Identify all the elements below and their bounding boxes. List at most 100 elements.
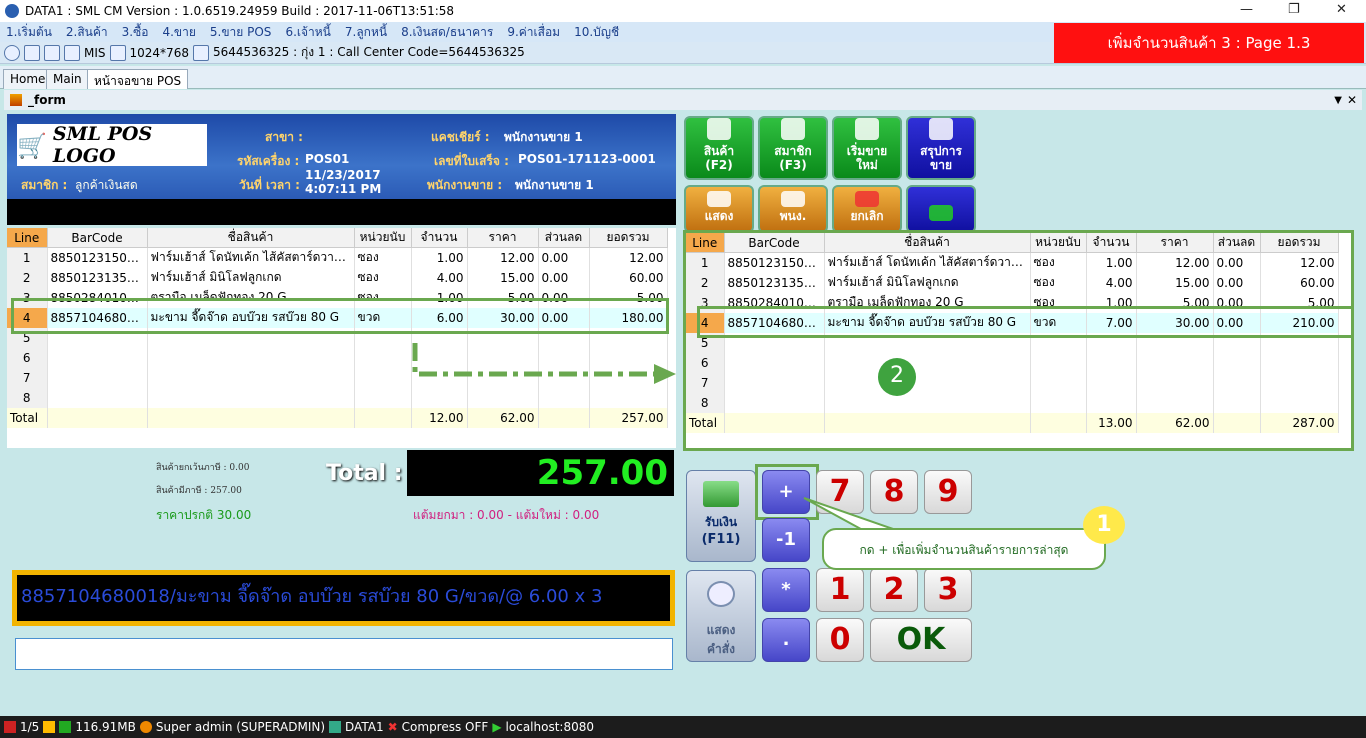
receive-button[interactable]: รับเงิน (F11)	[686, 470, 756, 562]
col-barcode[interactable]: BarCode	[47, 228, 148, 248]
menu-item-depreciation[interactable]: 9.ค่าเสื่อม	[507, 23, 560, 42]
total-cell-line: Total	[7, 407, 48, 428]
clock-icon[interactable]	[4, 44, 20, 61]
cell-line: 8	[686, 392, 725, 413]
cell-qty: 1.00	[1086, 252, 1137, 273]
status-page: 1/5	[20, 720, 40, 734]
person-icon	[781, 118, 805, 140]
chart-icon[interactable]	[64, 44, 80, 61]
member-value: ลูกค้าเงินสด	[75, 178, 138, 192]
form-close-icon[interactable]: ✕	[1347, 93, 1357, 107]
key-2[interactable]: 2	[870, 568, 918, 612]
rcol-price[interactable]: ราคา	[1136, 233, 1214, 253]
report-icon	[929, 118, 953, 140]
table-row[interactable]: 2 8850123135033 ฟาร์มเฮ้าส์ มินิโลฟลูกเกดซ…	[686, 272, 1339, 293]
product-button[interactable]: สินค้า (F2)	[684, 116, 754, 180]
key-0[interactable]: 0	[816, 618, 864, 662]
app-icon	[5, 4, 19, 18]
close-icon[interactable]: ✕	[1336, 2, 1347, 17]
rcol-name[interactable]: ชื่อสินค้า	[824, 233, 1031, 253]
picture-icon[interactable]	[109, 44, 126, 61]
header-strip	[7, 199, 676, 225]
dropdown-icon[interactable]: ▼	[1334, 95, 1342, 106]
cashier-label: แคชเชียร์ :	[431, 130, 490, 144]
cell-barcode	[724, 392, 825, 413]
table-row[interactable]: 8	[7, 387, 668, 408]
rcol-line[interactable]: Line	[686, 233, 725, 253]
cancel-button[interactable]: ยกเลิก	[832, 185, 902, 233]
menu-item-buy[interactable]: 3.ซื้อ	[122, 23, 149, 42]
col-line[interactable]: Line	[7, 228, 48, 248]
table-row[interactable]: 7	[686, 372, 1339, 393]
member-button[interactable]: สมาชิก (F3)	[758, 116, 828, 180]
dot-button[interactable]: .	[762, 618, 810, 662]
people-icon	[781, 191, 805, 207]
col-unit[interactable]: หน่วยนับ	[354, 228, 412, 248]
menu-item-start[interactable]: 1.เริ่มต้น	[6, 23, 52, 42]
key-1[interactable]: 1	[816, 568, 864, 612]
menu-item-pos[interactable]: 5.ขาย POS	[210, 23, 272, 42]
ok-button[interactable]: OK	[870, 618, 972, 662]
rcol-total[interactable]: ยอดรวม	[1260, 233, 1339, 253]
cell-line: 1	[7, 247, 48, 268]
table-row[interactable]: 8	[686, 392, 1339, 413]
table-row[interactable]: 2 8850123135033 ฟาร์มเฮ้าส์ มินิโลฟลูกเกดซ…	[7, 267, 668, 288]
window-icon[interactable]	[24, 44, 40, 61]
staff-button[interactable]: พนง.	[758, 185, 828, 233]
page-banner: เพิ่มจำนวนสินค้า 3 : Page 1.3	[1054, 23, 1364, 63]
total-cell-name	[824, 412, 1031, 433]
menu-item-product[interactable]: 2.สินค้า	[66, 23, 108, 42]
key-9[interactable]: 9	[924, 470, 972, 514]
table-row[interactable]: 6	[686, 352, 1339, 373]
rcol-qty[interactable]: จำนวน	[1086, 233, 1137, 253]
col-price[interactable]: ราคา	[467, 228, 539, 248]
rcol-unit[interactable]: หน่วยนับ	[1030, 233, 1087, 253]
new-sale-button[interactable]: เริ่มขาย ใหม่	[832, 116, 902, 180]
minimize-icon[interactable]: —	[1240, 2, 1253, 17]
show-order-button[interactable]: แสดง คำสั่ง	[686, 570, 756, 662]
show-button[interactable]: แสดง	[684, 185, 754, 233]
col-name[interactable]: ชื่อสินค้า	[147, 228, 355, 248]
restore-icon[interactable]: ❐	[1288, 2, 1300, 17]
arrow-icon	[412, 343, 676, 384]
cell-unit: ซอง	[354, 267, 412, 288]
rcol-barcode[interactable]: BarCode	[724, 233, 825, 253]
logo-text: SML POS LOGO	[52, 123, 153, 167]
col-total[interactable]: ยอดรวม	[589, 228, 668, 248]
table-row[interactable]: 1 8850123150500 ฟาร์มเฮ้าส์ โดนัทเค้ก ไส้ค…	[686, 252, 1339, 273]
col-qty[interactable]: จำนวน	[411, 228, 468, 248]
cell-line: 6	[7, 347, 48, 368]
barcode-input[interactable]	[15, 638, 673, 670]
highlight-row-after	[697, 306, 1354, 338]
extra-button[interactable]	[906, 185, 976, 233]
show-label: แสดง	[704, 209, 734, 223]
cell-line: 2	[686, 272, 725, 293]
tab-pos[interactable]: หน้าจอขาย POS	[87, 69, 189, 89]
key-3[interactable]: 3	[924, 568, 972, 612]
rcol-discount[interactable]: ส่วนลด	[1213, 233, 1261, 253]
menu-item-cash-bank[interactable]: 8.เงินสด/ธนาคาร	[401, 23, 493, 42]
multiply-button[interactable]: *	[762, 568, 810, 612]
cashier-value: พนักงานขาย 1	[504, 130, 583, 144]
cell-total	[1260, 352, 1339, 373]
col-discount[interactable]: ส่วนลด	[538, 228, 590, 248]
menu-item-receivable[interactable]: 7.ลูกหนี้	[345, 23, 387, 42]
cell-price	[1136, 392, 1214, 413]
calculator-icon[interactable]	[44, 44, 60, 61]
cell-name: ฟาร์มเฮ้าส์ โดนัทเค้ก ไส้คัสตาร์ดวานิล..	[824, 252, 1031, 273]
cell-price: 15.00	[467, 267, 539, 288]
show-order-label2: คำสั่ง	[707, 642, 735, 656]
time-value: 4:07:11 PM	[305, 182, 382, 196]
menu-item-accounting[interactable]: 10.บัญชี	[574, 23, 619, 42]
menu-item-payable[interactable]: 6.เจ้าหนี้	[285, 23, 330, 42]
mis-label[interactable]: MIS	[84, 46, 106, 60]
cell-line: 6	[686, 352, 725, 373]
highlight-row-before	[11, 298, 669, 334]
tab-main[interactable]: Main	[46, 69, 89, 89]
summary-button[interactable]: สรุปการ ขาย	[906, 116, 976, 180]
product-key: (F2)	[705, 158, 733, 172]
table-row[interactable]: 1 8850123150500 ฟาร์มเฮ้าส์ โดนัทเค้ก ไส้ค…	[7, 247, 668, 268]
cell-disc: 0.00	[1213, 252, 1261, 273]
cell-barcode	[47, 367, 148, 388]
menu-item-sell[interactable]: 4.ขาย	[162, 23, 195, 42]
